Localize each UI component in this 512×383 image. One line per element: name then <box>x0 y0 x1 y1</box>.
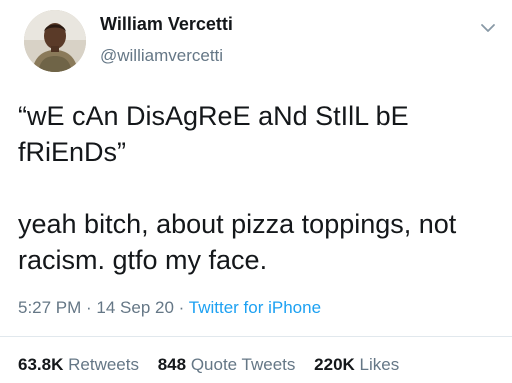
author-handle[interactable]: @williamvercetti <box>100 46 223 66</box>
author-name[interactable]: William Vercetti <box>100 14 233 35</box>
tweet-quote-line: “wE cAn DisAgReE aNd StIlL bE fRiEnDs” <box>18 101 417 167</box>
tweet-text: “wE cAn DisAgReE aNd StIlL bE fRiEnDs” y… <box>18 98 498 278</box>
tweet-date[interactable]: 14 Sep 20 <box>96 298 174 317</box>
likes-stat[interactable]: 220K Likes <box>314 355 399 374</box>
chevron-down-icon[interactable] <box>478 18 498 38</box>
avatar[interactable] <box>24 10 86 72</box>
divider <box>0 336 512 337</box>
tweet-metadata: 5:27 PM · 14 Sep 20 · Twitter for iPhone <box>18 298 321 318</box>
quote-tweets-label: Quote Tweets <box>190 355 296 374</box>
meta-separator: · <box>173 298 189 317</box>
tweet-stats: 63.8K Retweets 848 Quote Tweets 220K Lik… <box>18 355 413 375</box>
retweets-stat[interactable]: 63.8K Retweets <box>18 355 139 374</box>
tweet-time[interactable]: 5:27 PM <box>18 298 81 317</box>
tweet-source-link[interactable]: Twitter for iPhone <box>189 298 321 317</box>
retweets-count: 63.8K <box>18 355 64 374</box>
avatar-image <box>24 10 86 72</box>
quote-tweets-stat[interactable]: 848 Quote Tweets <box>158 355 296 374</box>
likes-label: Likes <box>359 355 400 374</box>
tweet-reply-line: yeah bitch, about pizza toppings, not ra… <box>18 209 464 275</box>
quote-tweets-count: 848 <box>157 355 187 374</box>
likes-count: 220K <box>314 355 355 374</box>
retweets-label: Retweets <box>68 355 139 374</box>
meta-separator: · <box>81 298 97 317</box>
